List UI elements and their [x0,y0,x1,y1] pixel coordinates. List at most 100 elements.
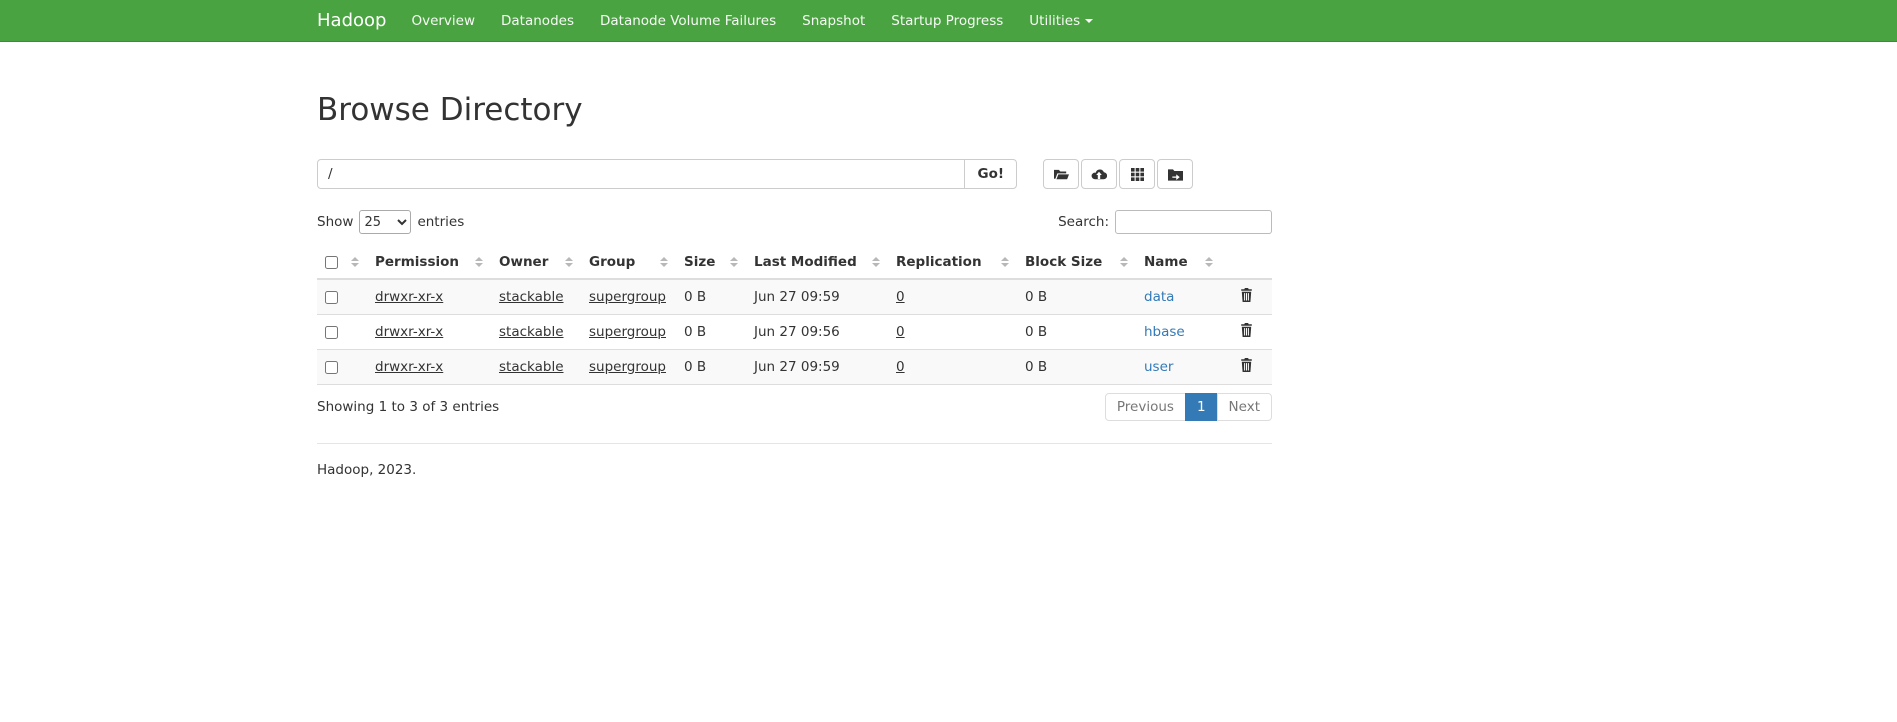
caret-down-icon [1085,19,1093,23]
cloud-upload-icon [1091,168,1107,180]
directory-action-buttons [1043,159,1193,189]
sort-icon [351,257,359,267]
owner-cell[interactable]: stackable [499,359,564,375]
permission-cell[interactable]: drwxr-xr-x [375,289,443,305]
last-modified-cell: Jun 27 09:59 [746,350,888,385]
top-navbar: Hadoop Overview Datanodes Datanode Volum… [0,0,1897,42]
directory-listing-table: Permission Owner Group Size Last Modifie… [317,246,1272,385]
search-control: Search: [1058,210,1272,234]
column-header-last-modified[interactable]: Last Modified [746,246,888,279]
block-size-cell: 0 B [1017,350,1136,385]
column-header-group[interactable]: Group [581,246,676,279]
pagination-previous-button[interactable]: Previous [1105,393,1186,421]
trash-icon [1240,358,1253,372]
site-footer: Hadoop, 2023. [317,462,1272,478]
block-size-cell: 0 B [1017,279,1136,315]
table-row: drwxr-xr-x stackable supergroup 0 B Jun … [317,315,1272,350]
block-size-cell: 0 B [1017,315,1136,350]
group-cell[interactable]: supergroup [589,359,666,375]
group-cell[interactable]: supergroup [589,324,666,340]
permission-cell[interactable]: drwxr-xr-x [375,324,443,340]
pagination-page-1-button[interactable]: 1 [1185,393,1218,421]
table-footer: Showing 1 to 3 of 3 entries Previous 1 N… [317,393,1272,421]
column-header-actions [1221,246,1272,279]
search-input[interactable] [1115,210,1272,234]
create-directory-button[interactable] [1043,159,1079,189]
grid-icon [1131,168,1144,181]
file-name-link[interactable]: hbase [1144,324,1185,340]
folder-move-icon [1168,168,1183,181]
column-header-owner[interactable]: Owner [491,246,581,279]
move-button[interactable] [1157,159,1193,189]
utilities-label: Utilities [1029,13,1080,29]
table-row: drwxr-xr-x stackable supergroup 0 B Jun … [317,350,1272,385]
app-brand: Hadoop [317,10,386,31]
pagination-next-button[interactable]: Next [1217,393,1272,421]
nav-item-utilities-dropdown[interactable]: Utilities [1016,0,1106,42]
row-checkbox[interactable] [325,326,338,339]
sort-icon [1001,257,1009,267]
last-modified-cell: Jun 27 09:59 [746,279,888,315]
sort-icon [475,257,483,267]
nav-item-startup-progress[interactable]: Startup Progress [878,0,1016,42]
search-label: Search: [1058,214,1109,230]
trash-icon [1240,323,1253,337]
last-modified-cell: Jun 27 09:56 [746,315,888,350]
column-header-name[interactable]: Name [1136,246,1221,279]
page-length-control: Show 25 entries [317,210,464,234]
table-controls: Show 25 entries Search: [317,210,1272,234]
size-cell: 0 B [676,279,746,315]
table-row: drwxr-xr-x stackable supergroup 0 B Jun … [317,279,1272,315]
show-label: Show [317,214,353,230]
sort-icon [872,257,880,267]
upload-files-button[interactable] [1081,159,1117,189]
footer-divider [317,443,1272,444]
group-cell[interactable]: supergroup [589,289,666,305]
column-header-permission[interactable]: Permission [367,246,491,279]
nav-item-datanodes[interactable]: Datanodes [488,0,587,42]
sort-icon [730,257,738,267]
directory-input-group: Go! [317,159,1017,189]
sort-icon [565,257,573,267]
grid-view-button[interactable] [1119,159,1155,189]
replication-cell[interactable]: 0 [896,324,905,340]
table-info-text: Showing 1 to 3 of 3 entries [317,399,499,415]
replication-cell[interactable]: 0 [896,289,905,305]
owner-cell[interactable]: stackable [499,324,564,340]
file-name-link[interactable]: user [1144,359,1173,375]
file-name-link[interactable]: data [1144,289,1174,305]
owner-cell[interactable]: stackable [499,289,564,305]
main-content: Browse Directory Go! [317,92,1272,478]
row-checkbox[interactable] [325,291,338,304]
table-body: drwxr-xr-x stackable supergroup 0 B Jun … [317,279,1272,385]
nav-item-datanode-volume-failures[interactable]: Datanode Volume Failures [587,0,789,42]
pagination: Previous 1 Next [1105,393,1272,421]
trash-icon [1240,288,1253,302]
column-header-replication[interactable]: Replication [888,246,1017,279]
row-checkbox[interactable] [325,361,338,374]
path-bar: Go! [317,159,1272,189]
nav-item-snapshot[interactable]: Snapshot [789,0,878,42]
permission-cell[interactable]: drwxr-xr-x [375,359,443,375]
sort-icon [1120,257,1128,267]
nav-item-overview[interactable]: Overview [398,0,488,42]
delete-button[interactable] [1240,288,1253,302]
page-title: Browse Directory [317,92,1272,128]
go-button[interactable]: Go! [964,159,1017,189]
size-cell: 0 B [676,350,746,385]
delete-button[interactable] [1240,323,1253,337]
directory-path-input[interactable] [317,159,965,189]
select-all-checkbox[interactable] [325,256,338,269]
column-header-block-size[interactable]: Block Size [1017,246,1136,279]
column-header-size[interactable]: Size [676,246,746,279]
sort-icon [660,257,668,267]
column-header-select[interactable] [317,246,367,279]
entries-label: entries [417,214,464,230]
folder-open-icon [1054,168,1069,181]
size-cell: 0 B [676,315,746,350]
table-header-row: Permission Owner Group Size Last Modifie… [317,246,1272,279]
replication-cell[interactable]: 0 [896,359,905,375]
page-size-select[interactable]: 25 [359,210,411,234]
delete-button[interactable] [1240,358,1253,372]
sort-icon [1205,257,1213,267]
